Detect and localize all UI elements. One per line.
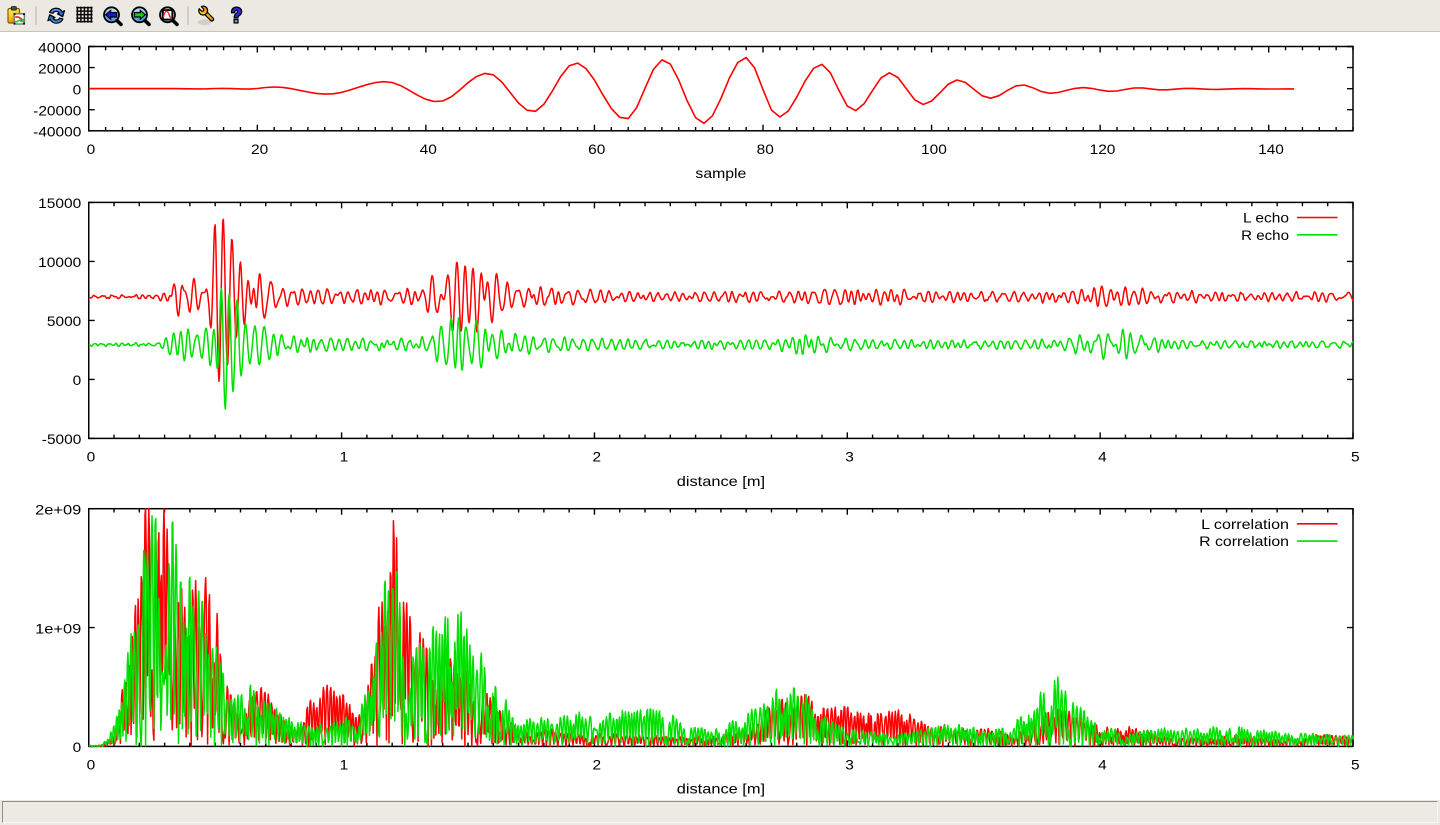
svg-text:80: 80: [757, 141, 774, 157]
svg-text:3: 3: [845, 757, 854, 773]
svg-text:20000: 20000: [38, 60, 81, 76]
svg-text:0: 0: [73, 81, 82, 97]
svg-text:1e+09: 1e+09: [35, 620, 81, 636]
svg-text:0: 0: [87, 757, 96, 773]
svg-text:1: 1: [340, 757, 349, 773]
svg-text:100: 100: [921, 141, 947, 157]
svg-text:20: 20: [251, 141, 268, 157]
svg-text:40000: 40000: [38, 39, 81, 55]
svg-text:2: 2: [593, 757, 602, 773]
svg-text:5: 5: [1351, 449, 1360, 465]
svg-text:L echo: L echo: [1243, 210, 1289, 226]
svg-text:3: 3: [845, 449, 854, 465]
svg-text:40: 40: [420, 141, 437, 157]
svg-text:0: 0: [87, 141, 96, 157]
svg-text:-20000: -20000: [33, 103, 81, 119]
svg-text:sample: sample: [695, 165, 746, 181]
svg-text:0: 0: [73, 372, 82, 388]
svg-text:L correlation: L correlation: [1201, 516, 1289, 532]
svg-text:4: 4: [1098, 449, 1107, 465]
svg-text:5: 5: [1351, 757, 1360, 773]
svg-text:120: 120: [1090, 141, 1116, 157]
svg-text:1: 1: [340, 449, 349, 465]
svg-text:0: 0: [87, 449, 96, 465]
svg-text:15000: 15000: [38, 195, 81, 211]
svg-text:60: 60: [588, 141, 605, 157]
svg-text:distance [m]: distance [m]: [677, 780, 765, 796]
svg-text:2: 2: [593, 449, 602, 465]
svg-text:R echo: R echo: [1241, 227, 1289, 243]
svg-text:-40000: -40000: [33, 124, 81, 140]
svg-text:10000: 10000: [38, 254, 81, 270]
svg-text:R correlation: R correlation: [1199, 533, 1289, 549]
svg-text:0: 0: [73, 739, 82, 755]
svg-text:2e+09: 2e+09: [35, 502, 81, 518]
svg-text:-5000: -5000: [42, 431, 82, 447]
svg-text:140: 140: [1258, 141, 1284, 157]
svg-text:distance [m]: distance [m]: [677, 473, 765, 489]
svg-text:4: 4: [1098, 757, 1107, 773]
svg-text:5000: 5000: [47, 313, 82, 329]
